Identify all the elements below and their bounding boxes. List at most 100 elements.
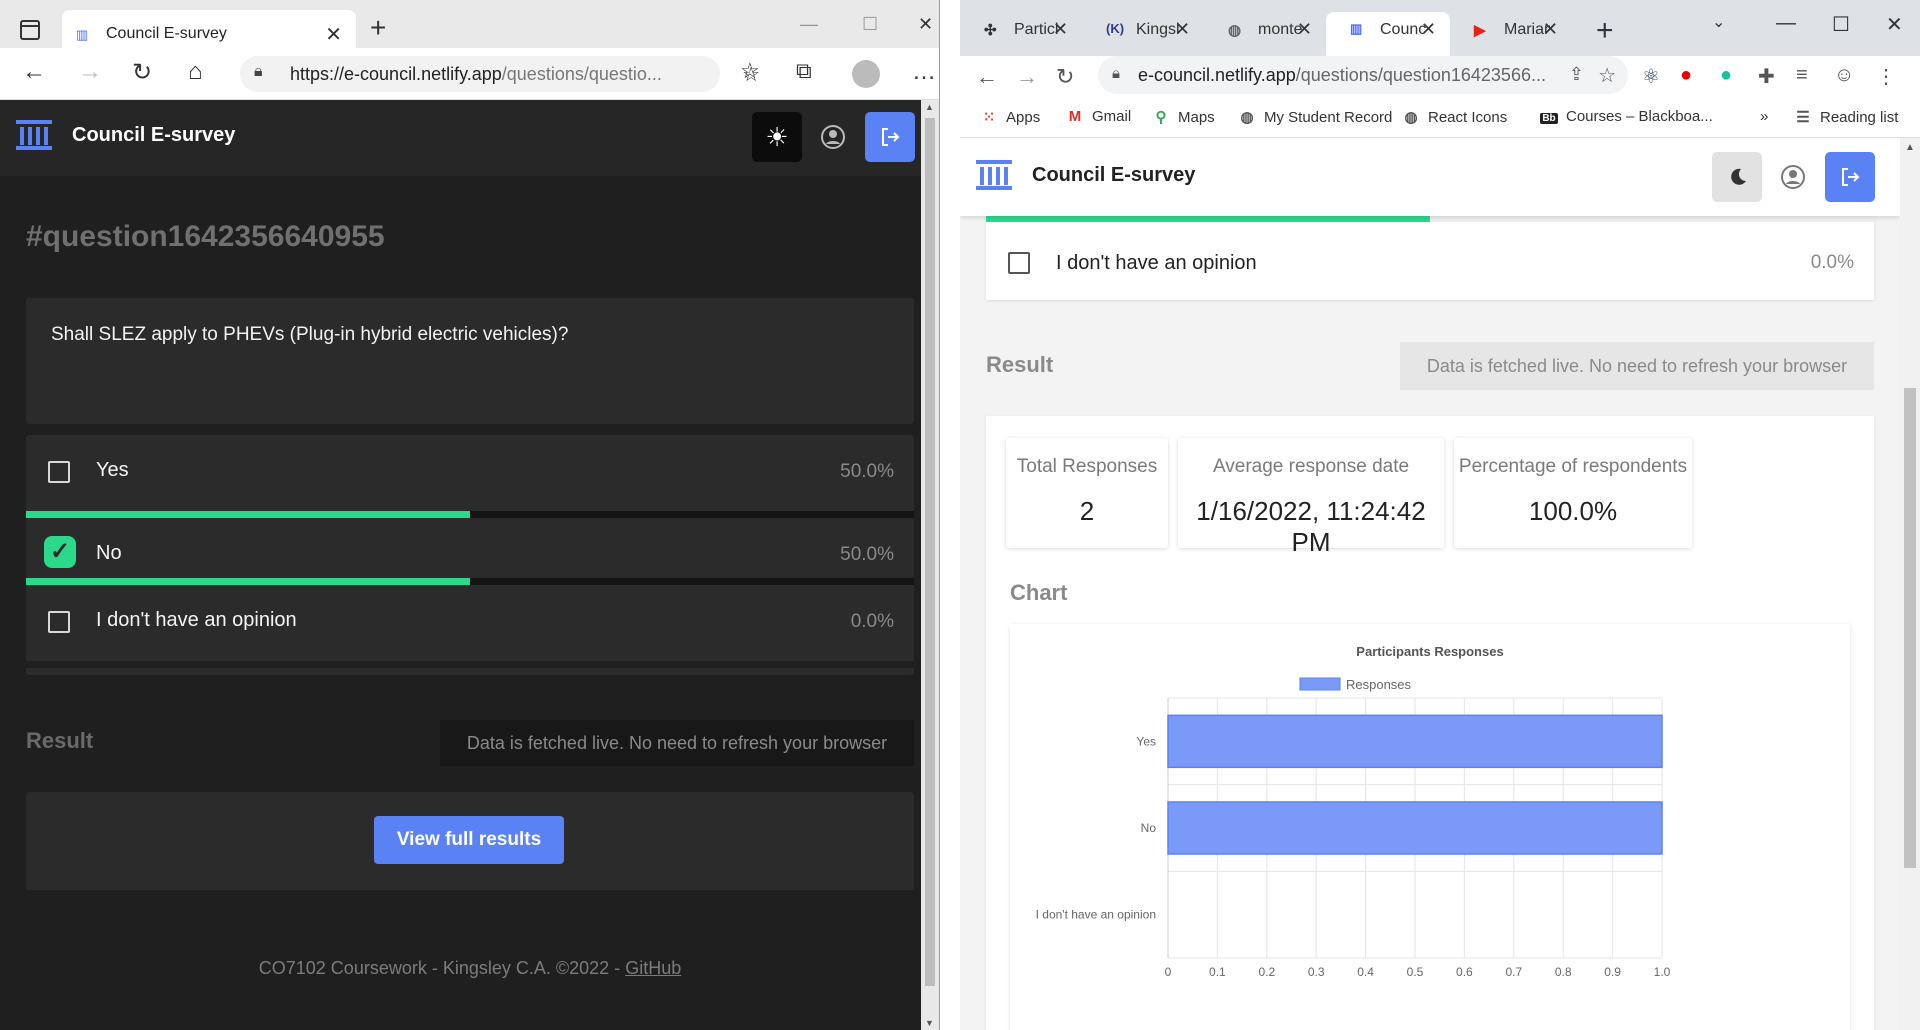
address-bar-row: ← → ↻ 🔒︎ e-council.netlify.app/questions… xyxy=(960,56,1920,96)
logout-button[interactable] xyxy=(1825,152,1875,202)
url-input[interactable]: 🔒︎ https://e-council.netlify.app/questio… xyxy=(240,56,760,92)
tab-monte[interactable]: ◍ monte ✕ xyxy=(1204,12,1326,56)
option-no-opinion[interactable]: I don't have an opinion 0.0% xyxy=(986,216,1874,300)
tab-title: Council E-survey xyxy=(106,25,227,42)
profile-button[interactable] xyxy=(1768,152,1818,202)
minimize-icon[interactable]: — xyxy=(1776,12,1796,35)
close-window-icon[interactable]: ✕ xyxy=(1886,12,1903,37)
tab-kingsley[interactable]: (K) Kingsl ✕ xyxy=(1082,12,1204,56)
extensions-puzzle-icon[interactable]: ✚ xyxy=(1758,64,1775,89)
maps-pin-icon: ⚲ xyxy=(1155,109,1167,126)
back-icon[interactable]: ← xyxy=(976,64,998,90)
y-tick-label: I don't have an opinion xyxy=(1036,908,1156,922)
github-link[interactable]: GitHub xyxy=(625,958,681,978)
globe-icon: ◍ xyxy=(1228,22,1242,39)
react-extension-icon[interactable]: ⚛ xyxy=(1642,64,1660,89)
close-tab-icon[interactable]: ✕ xyxy=(1421,19,1436,40)
home-icon[interactable]: ⌂ xyxy=(188,58,203,86)
close-window-icon[interactable]: ✕ xyxy=(918,14,933,35)
logout-button[interactable] xyxy=(865,112,915,162)
option-yes[interactable]: Yes 50.0% xyxy=(26,435,914,511)
close-tab-icon[interactable]: ✕ xyxy=(325,22,342,47)
media-controls-icon[interactable]: ≡ xyxy=(1796,64,1808,87)
maximize-icon[interactable]: ☐ xyxy=(1832,12,1850,37)
bookmark-label: Gmail xyxy=(1092,108,1132,125)
collections-icon[interactable]: ⧉ xyxy=(796,58,812,84)
checkbox-unchecked-icon[interactable] xyxy=(48,461,70,483)
bookmark-apps[interactable]: ⁙ Apps xyxy=(980,108,1041,126)
more-menu-icon[interactable]: ⋮ xyxy=(1876,64,1896,89)
progress-track xyxy=(26,661,914,668)
tab-actions-icon[interactable] xyxy=(20,20,40,40)
footer: CO7102 Coursework - Kingsley C.A. ©2022 … xyxy=(0,958,939,979)
new-tab-button[interactable]: + xyxy=(1596,14,1614,48)
profile-avatar[interactable] xyxy=(852,60,880,88)
progress-fill xyxy=(26,578,470,585)
more-menu-icon[interactable]: … xyxy=(912,58,936,86)
bookmark-react-icons[interactable]: ◍ React Icons xyxy=(1402,108,1507,126)
tab-marian[interactable]: ▶ Marian ✕ xyxy=(1450,12,1572,56)
favorites-icon[interactable]: ☆ xyxy=(740,58,760,84)
scrollbar-thumb[interactable] xyxy=(1904,388,1916,868)
brand-title[interactable]: Council E-survey xyxy=(72,124,235,147)
result-panel: Total Responses 2 Average response date … xyxy=(986,416,1874,1030)
url-host: e-council.netlify.app xyxy=(1138,65,1296,85)
result-panel: View full results xyxy=(26,792,914,890)
bookmark-star-icon[interactable]: ☆ xyxy=(1598,63,1616,88)
bookmark-blackboard[interactable]: Bb Courses – Blackboa... xyxy=(1540,108,1713,125)
close-tab-icon[interactable]: ✕ xyxy=(1175,19,1190,40)
scroll-up-icon[interactable]: ▲ xyxy=(925,102,934,112)
share-icon[interactable]: ⇪ xyxy=(1569,64,1584,85)
back-icon[interactable]: ← xyxy=(22,58,46,86)
x-tick-label: 0.4 xyxy=(1357,965,1374,979)
vertical-scrollbar[interactable]: ▲ xyxy=(1900,138,1920,1030)
x-tick-label: 0.3 xyxy=(1308,965,1325,979)
scrollbar-thumb[interactable] xyxy=(925,118,935,986)
checkbox-checked-icon[interactable]: ✓ xyxy=(44,536,76,568)
opera-extension-icon[interactable]: ● xyxy=(1680,64,1692,87)
maximize-icon[interactable]: ☐ xyxy=(862,14,878,35)
option-label: No xyxy=(96,542,122,564)
scroll-up-icon[interactable]: ▲ xyxy=(1905,142,1915,153)
refresh-icon[interactable]: ↻ xyxy=(132,58,152,87)
tab-council[interactable]: ▥ Counc ✕ xyxy=(1326,12,1450,56)
progress-track xyxy=(26,578,914,585)
option-no-opinion[interactable]: I don't have an opinion 0.0% xyxy=(26,585,914,661)
url-input[interactable]: 🔒︎ e-council.netlify.app/questions/quest… xyxy=(1098,56,1628,94)
refresh-icon[interactable]: ↻ xyxy=(1056,64,1074,90)
close-tab-icon[interactable]: ✕ xyxy=(1053,19,1068,40)
reading-list[interactable]: ☰ Reading list xyxy=(1794,108,1898,126)
bar xyxy=(1167,714,1663,769)
checkbox-unchecked-icon[interactable] xyxy=(48,611,70,633)
vertical-scrollbar[interactable]: ▲ ▼ xyxy=(921,100,939,1030)
close-tab-icon[interactable]: ✕ xyxy=(1543,19,1558,40)
tab-particle[interactable]: ✣ Particl ✕ xyxy=(960,12,1082,56)
minimize-icon[interactable]: — xyxy=(800,14,818,35)
view-full-results-button[interactable]: View full results xyxy=(374,816,564,864)
progress-fill xyxy=(986,216,1430,222)
council-logo-icon[interactable] xyxy=(974,158,1014,192)
council-favicon-icon: ▥ xyxy=(1350,21,1363,36)
bookmark-student-record[interactable]: ◍ My Student Record xyxy=(1238,108,1392,126)
scroll-down-icon[interactable]: ▼ xyxy=(925,1018,934,1028)
tab-search-icon[interactable]: ⌄ xyxy=(1712,12,1725,32)
forward-icon[interactable]: → xyxy=(78,58,102,86)
checkbox-unchecked-icon[interactable] xyxy=(1008,252,1030,274)
close-tab-icon[interactable]: ✕ xyxy=(1297,19,1312,40)
brand-title[interactable]: Council E-survey xyxy=(1032,164,1195,187)
new-tab-button[interactable]: + xyxy=(370,12,386,44)
stat-label: Average response date xyxy=(1212,456,1410,477)
council-logo-icon[interactable] xyxy=(14,118,54,152)
legend-label: Responses xyxy=(1346,677,1412,692)
bookmark-gmail[interactable]: M Gmail xyxy=(1066,108,1131,125)
grammarly-icon[interactable]: ● xyxy=(1720,64,1732,87)
live-data-notice: Data is fetched live. No need to refresh… xyxy=(440,720,914,766)
forward-icon[interactable]: → xyxy=(1016,64,1038,90)
bookmarks-overflow[interactable]: » xyxy=(1760,108,1768,125)
dark-mode-toggle[interactable] xyxy=(1712,152,1762,202)
profile-icon[interactable]: ☺ xyxy=(1834,64,1854,87)
bookmark-maps[interactable]: ⚲ Maps xyxy=(1152,108,1215,126)
light-mode-toggle[interactable]: ☀ xyxy=(752,112,802,162)
profile-button[interactable] xyxy=(808,112,858,162)
globe-icon: ◍ xyxy=(1240,109,1254,126)
